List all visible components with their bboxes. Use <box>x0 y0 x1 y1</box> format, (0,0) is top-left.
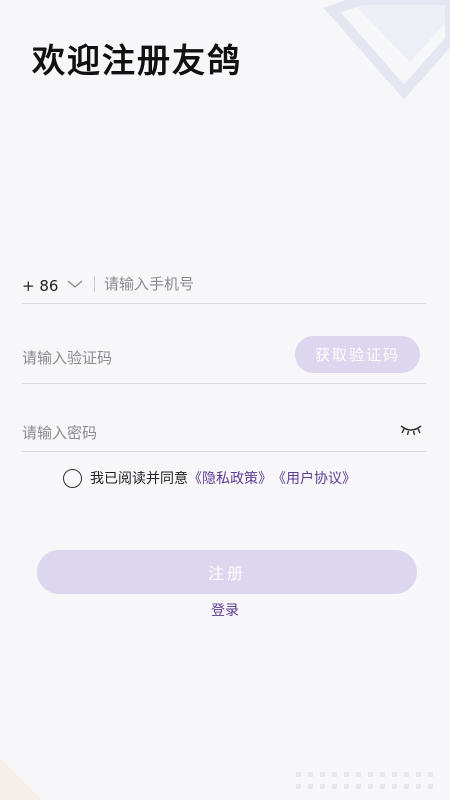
page-title: 欢迎注册友鸽 <box>32 41 242 80</box>
get-code-button[interactable]: 获取验证码 <box>295 336 420 373</box>
agreement-checkbox[interactable] <box>63 468 82 488</box>
decorative-chevron-shape <box>300 0 450 100</box>
password-field-row <box>22 410 426 452</box>
decorative-dot-grid <box>296 772 433 789</box>
eye-closed-icon[interactable] <box>400 423 422 437</box>
code-field-row: 获取验证码 <box>22 334 426 384</box>
login-link[interactable]: 登录 <box>0 600 450 620</box>
phone-input[interactable] <box>104 272 404 296</box>
chevron-down-icon[interactable] <box>66 278 84 290</box>
register-button[interactable]: 注册 <box>37 550 417 594</box>
agreement-text: 我已阅读并同意 <box>90 471 188 487</box>
decorative-corner-shape <box>0 758 42 800</box>
country-code-selector[interactable]: + 86 <box>22 277 58 295</box>
privacy-policy-link[interactable]: 《隐私政策》 <box>188 468 272 488</box>
phone-field-row: + 86 <box>22 262 426 304</box>
user-agreement-link[interactable]: 《用户协议》 <box>272 468 356 488</box>
password-input[interactable] <box>22 421 352 445</box>
agreement-row: 我已阅读并同意 《隐私政策》 《用户协议》 <box>63 467 356 489</box>
field-divider <box>94 276 95 292</box>
verification-code-input[interactable] <box>22 346 282 370</box>
